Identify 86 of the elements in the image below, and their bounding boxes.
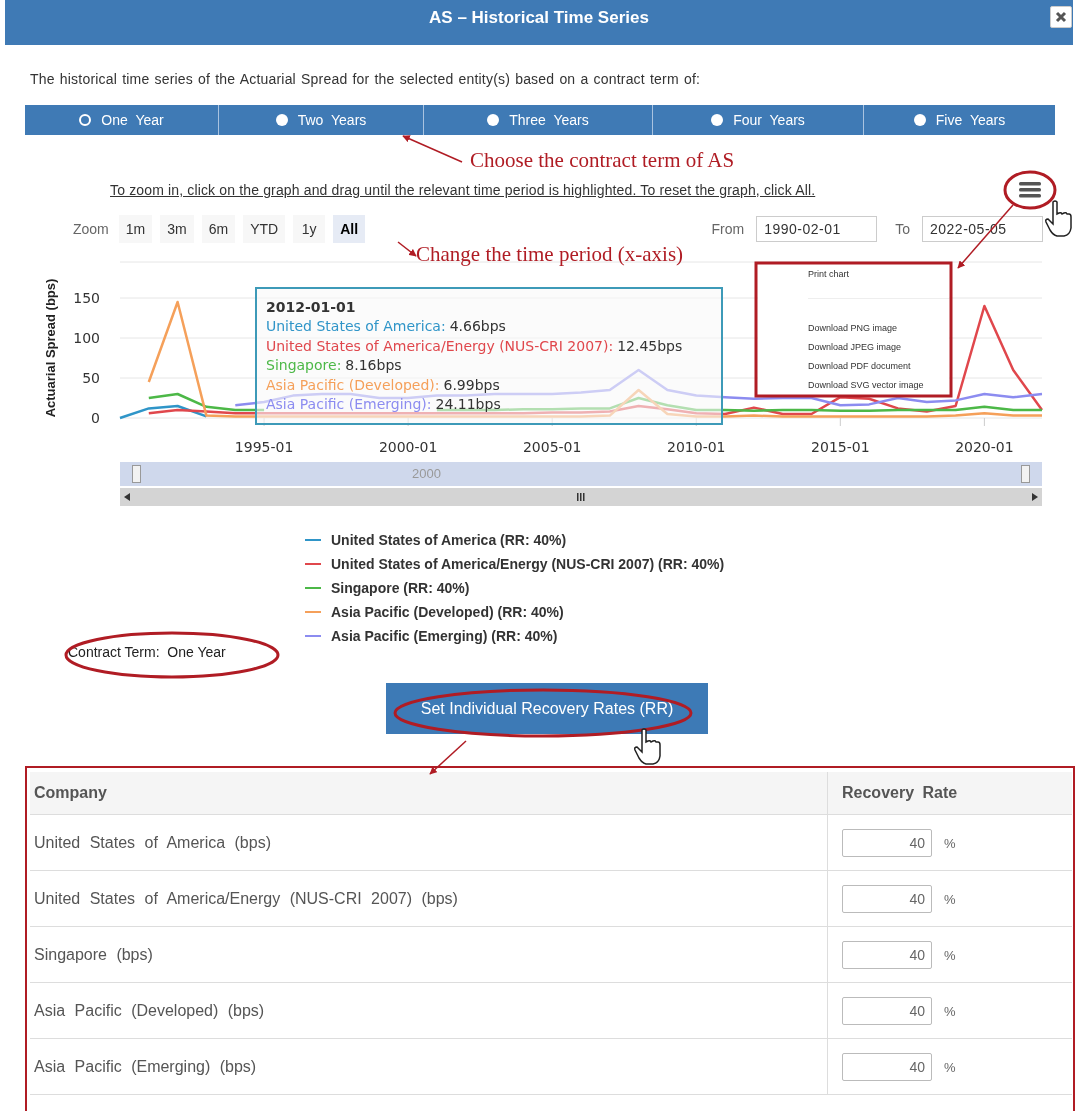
y-axis-title: Actuarial Spread (bps)	[43, 278, 58, 418]
legend-label[interactable]: Asia Pacific (Emerging) (RR: 40%)	[331, 628, 558, 644]
tooltip-series-name: United States of America:	[266, 318, 446, 334]
table-cell: United States of America (bps)	[30, 814, 828, 871]
tooltip-value: 24.11bps	[435, 396, 501, 412]
zoom-button[interactable]: YTD	[243, 215, 286, 243]
navigator-handle[interactable]	[1021, 465, 1030, 483]
legend-label[interactable]: Asia Pacific (Developed) (RR: 40%)	[331, 604, 564, 620]
tooltip-value: 4.66bps	[449, 318, 506, 334]
zoom-button[interactable]: 1m	[118, 215, 153, 243]
zoom-button[interactable]: All	[333, 215, 366, 243]
unit-label: %	[944, 835, 956, 851]
export-menu-item[interactable]: Download PDF document	[808, 357, 949, 376]
unit-label: %	[944, 947, 956, 963]
legend-label[interactable]: United States of America (RR: 40%)	[331, 532, 567, 548]
menu-button[interactable]	[1017, 180, 1043, 200]
to-label: To	[895, 221, 910, 237]
hand-cursor-icon	[634, 728, 661, 765]
instruction-link[interactable]: To zoom in, click on the graph and drag until the relevant time period is highlighted. To reset the graph, click All.	[110, 182, 816, 198]
hand-cursor-icon	[1045, 200, 1072, 237]
navigator-handle[interactable]	[132, 465, 141, 483]
annotation-arrow	[402, 135, 463, 163]
grip-icon	[577, 493, 585, 501]
y-axis-label: 50	[82, 370, 100, 386]
tooltip-series-name: Singapore:	[266, 357, 342, 373]
legend-label[interactable]: Singapore (RR: 40%)	[331, 580, 470, 596]
x-axis-label: 2015-01	[811, 439, 870, 455]
tooltip-value: 8.16bps	[345, 357, 402, 373]
y-axis-label: 100	[73, 330, 100, 346]
highlight-ellipse	[1003, 170, 1057, 210]
close-button[interactable]	[1050, 6, 1072, 28]
rate-input-field[interactable]: 40	[842, 884, 932, 913]
contract-term-radio[interactable]: Five Years	[863, 105, 1055, 135]
scrollbar[interactable]	[120, 488, 1042, 506]
column-header: Recovery Rate	[827, 772, 1072, 815]
from-label: From	[711, 221, 745, 237]
tooltip-date: 2012-01-01	[266, 298, 357, 317]
x-axis-label: 2020-01	[955, 439, 1014, 455]
rate-input-field[interactable]: 40	[842, 828, 932, 857]
tooltip-series-name: United States of America/Energy (NUS-CRI 2007):	[266, 337, 614, 354]
from-date-field[interactable]: 1990-02-01	[756, 216, 878, 242]
callout-text: Choose the contract term of AS	[470, 148, 735, 173]
export-menu-item[interactable]: Print chart	[808, 265, 949, 284]
contract-term-radio[interactable]: Two Years	[218, 105, 423, 135]
tooltip-value: 12.45bps	[617, 337, 683, 354]
unit-label: %	[944, 1003, 956, 1019]
legend-label[interactable]: United States of America/Energy (NUS-CRI 2007) (RR: 40%)	[331, 556, 725, 572]
tooltip-value: 6.99bps	[443, 376, 500, 393]
zoom-button[interactable]: 3m	[160, 215, 194, 243]
recovery-rates-button[interactable]: Set Individual Recovery Rates (RR)	[386, 683, 708, 734]
export-menu-item[interactable]: Download JPEG image	[808, 338, 949, 357]
callout-text: Change the time period (x-axis)	[416, 242, 684, 267]
contract-term-radio[interactable]: Three Years	[423, 105, 652, 135]
x-axis-label: 1995-01	[234, 439, 294, 455]
scroll-left-icon	[124, 493, 130, 501]
contract-term-radio[interactable]: Four Years	[652, 105, 863, 135]
table-cell: Asia Pacific (Developed) (bps)	[30, 982, 828, 1039]
description-text: The historical time series of the Actuarial Spread for the selected entity(s) based on a contract term of:	[30, 70, 702, 89]
tooltip-series-name: Asia Pacific (Emerging):	[266, 396, 432, 412]
annotation-arrow	[397, 241, 417, 257]
tooltip-series-name: Asia Pacific (Developed):	[266, 376, 440, 393]
rate-input-field[interactable]: 40	[842, 1052, 932, 1081]
export-menu-item[interactable]: Download PNG image	[808, 319, 949, 338]
unit-label: %	[944, 1059, 956, 1075]
zoom-button[interactable]: 1y	[293, 215, 326, 243]
y-axis-label: 0	[91, 410, 100, 426]
y-axis-label: 150	[73, 290, 100, 306]
rate-input-field[interactable]: 40	[842, 996, 932, 1025]
x-axis-label: 2005-01	[522, 439, 582, 455]
table-cell: Asia Pacific (Emerging) (bps)	[30, 1038, 828, 1095]
menu-icon	[1019, 182, 1041, 198]
dialog-title: AS – Historical Time Series	[429, 8, 649, 28]
contract-term-radio[interactable]: One Year	[25, 105, 218, 135]
zoom-label: Zoom	[73, 221, 109, 237]
navigator-label: 2000	[412, 466, 441, 481]
column-header: Company	[30, 772, 828, 815]
close-icon	[1055, 11, 1067, 23]
x-axis-label: 2010-01	[667, 439, 726, 455]
table-cell: Singapore (bps)	[30, 926, 828, 983]
table-cell: United States of America/Energy (NUS-CRI 2007) (bps)	[30, 870, 828, 927]
zoom-button[interactable]: 6m	[201, 215, 236, 243]
scroll-right-icon	[1032, 493, 1038, 501]
unit-label: %	[944, 891, 956, 907]
export-menu-item[interactable]: Download SVG vector image	[808, 376, 949, 395]
rate-input-field[interactable]: 40	[842, 940, 932, 969]
x-axis-label: 2000-01	[378, 439, 438, 455]
